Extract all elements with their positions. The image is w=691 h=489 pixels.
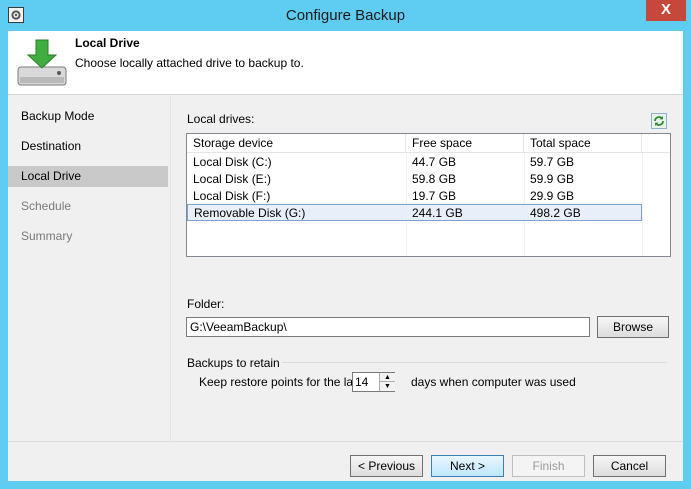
stepper-buttons: ▲ ▼: [379, 373, 395, 391]
retention-suffix: days when computer was used: [411, 375, 576, 389]
dialog-client: Local Drive Choose locally attached driv…: [8, 31, 683, 481]
stepper-down-icon[interactable]: ▼: [380, 382, 395, 391]
cell-free-space: 44.7 GB: [412, 155, 457, 169]
cancel-button[interactable]: Cancel: [593, 455, 666, 477]
column-storage-device[interactable]: Storage device: [187, 134, 406, 153]
cell-total-space: 29.9 GB: [530, 189, 575, 203]
header-subtitle: Choose locally attached drive to backup …: [75, 56, 304, 70]
next-button[interactable]: Next >: [431, 455, 504, 477]
drives-list[interactable]: Storage device Free space Total space Lo…: [186, 133, 671, 257]
cell-total-space: 59.7 GB: [530, 155, 575, 169]
refresh-button[interactable]: [651, 113, 667, 129]
column-total-space[interactable]: Total space: [524, 134, 642, 153]
refresh-icon: [654, 116, 664, 126]
table-row[interactable]: Local Disk (E:) 59.8 GB 59.9 GB: [187, 171, 642, 188]
retention-days-stepper[interactable]: 14 ▲ ▼: [352, 372, 395, 392]
finish-button: Finish: [512, 455, 585, 477]
cell-free-space: 19.7 GB: [412, 189, 457, 203]
header-title: Local Drive: [75, 36, 140, 50]
configure-backup-window: Configure Backup X Local Drive Choose lo…: [0, 0, 691, 489]
backups-to-retain-label: Backups to retain: [187, 356, 280, 370]
cell-free-space: 59.8 GB: [412, 172, 457, 186]
local-drives-label: Local drives:: [187, 112, 255, 126]
drives-list-header: Storage device Free space Total space: [187, 134, 670, 153]
step-destination[interactable]: Destination: [8, 136, 168, 157]
cell-device: Local Disk (E:): [193, 172, 272, 186]
retention-days-value[interactable]: 14: [355, 373, 368, 391]
wizard-steps: Backup Mode Destination Local Drive Sche…: [8, 96, 169, 441]
cell-total-space: 498.2 GB: [530, 206, 581, 220]
table-row[interactable]: Local Disk (F:) 19.7 GB 29.9 GB: [187, 188, 642, 205]
cell-device: Local Disk (C:): [193, 155, 272, 169]
browse-button[interactable]: Browse: [597, 316, 669, 338]
footer-divider: [8, 441, 683, 442]
wizard-content: Local drives: Storage device Free space …: [170, 96, 683, 441]
window-title: Configure Backup: [285, 7, 406, 24]
folder-label: Folder:: [187, 297, 225, 311]
table-row-selected[interactable]: Removable Disk (G:) 244.1 GB 498.2 GB: [187, 204, 642, 221]
stepper-up-icon[interactable]: ▲: [380, 373, 395, 382]
previous-button[interactable]: < Previous: [350, 455, 423, 477]
cell-device: Local Disk (F:): [193, 189, 271, 203]
wizard-header: Local Drive Choose locally attached driv…: [8, 31, 683, 95]
retention-prefix: Keep restore points for the last: [199, 375, 363, 389]
cell-device: Removable Disk (G:): [194, 206, 306, 220]
local-drive-download-icon: [17, 39, 67, 86]
table-row[interactable]: Local Disk (C:) 44.7 GB 59.7 GB: [187, 154, 642, 171]
close-button[interactable]: X: [646, 0, 686, 21]
cell-free-space: 244.1 GB: [412, 206, 463, 220]
wizard-footer: < Previous Next > Finish Cancel: [8, 441, 683, 481]
step-summary: Summary: [21, 229, 73, 243]
folder-input[interactable]: G:\VeeamBackup\: [186, 317, 590, 337]
step-schedule: Schedule: [21, 199, 72, 213]
title-bar[interactable]: Configure Backup X: [0, 0, 691, 31]
step-backup-mode[interactable]: Backup Mode: [8, 106, 168, 127]
column-divider: [642, 153, 643, 256]
group-divider: [282, 362, 667, 363]
column-free-space[interactable]: Free space: [406, 134, 524, 153]
step-local-drive[interactable]: Local Drive: [8, 166, 168, 187]
cell-total-space: 59.9 GB: [530, 172, 575, 186]
